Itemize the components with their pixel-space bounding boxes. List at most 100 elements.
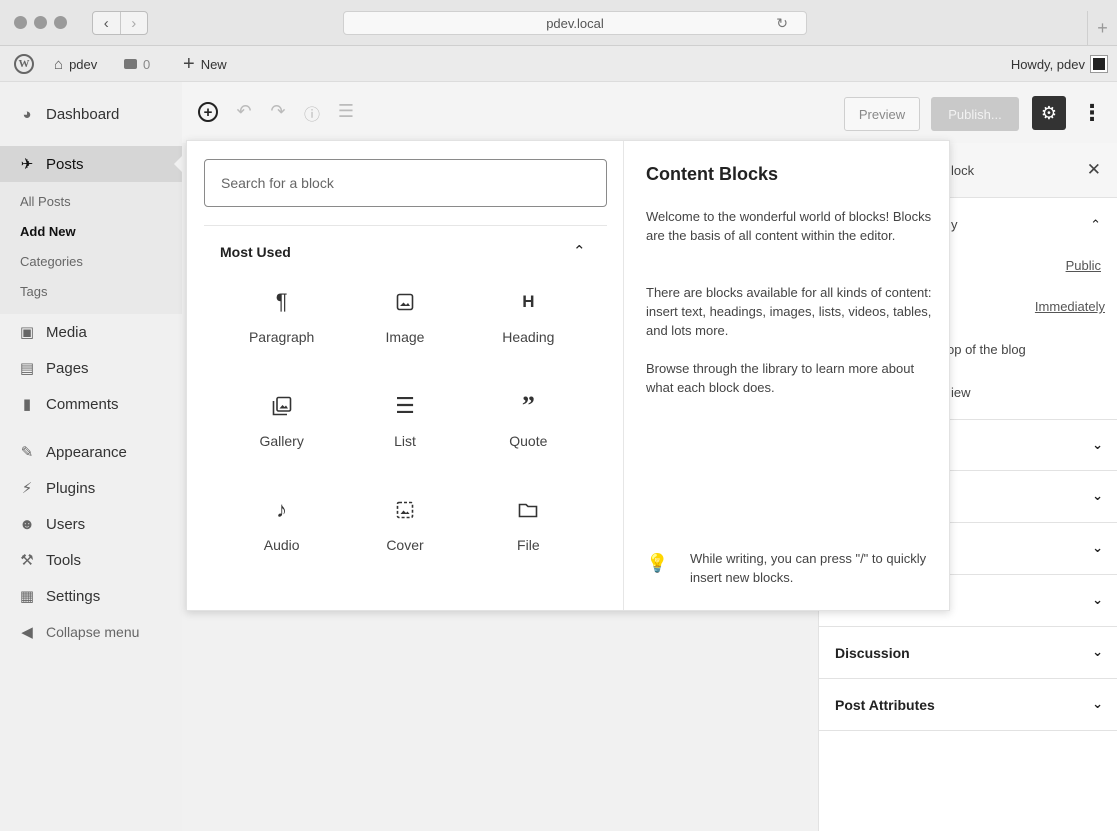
submenu-all-posts[interactable]: All Posts — [0, 186, 182, 216]
block-heading[interactable]: H Heading — [467, 283, 590, 367]
help-paragraph-1: Welcome to the wonderful world of blocks… — [646, 209, 932, 243]
new-tab-icon[interactable]: + — [1087, 11, 1117, 46]
outline-icon[interactable]: ☰ — [334, 101, 358, 122]
back-icon[interactable]: ‹ — [93, 12, 120, 34]
greeting: Howdy, pdev — [1010, 56, 1085, 72]
block-list[interactable]: ☰ List — [343, 387, 466, 471]
minimize-window-button[interactable] — [34, 16, 47, 29]
most-used-heading: Most Used — [220, 244, 291, 260]
chevron-up-icon: ⌃ — [1090, 217, 1101, 232]
publish-button[interactable]: Publish... — [931, 97, 1019, 131]
users-icon: ☻ — [19, 515, 35, 533]
lightbulb-icon: 💡 — [646, 553, 669, 573]
sidebar-item-dashboard[interactable]: ◕ Dashboard — [0, 96, 182, 132]
sidebar-item-comments[interactable]: ▮ Comments — [0, 386, 182, 422]
forward-icon[interactable]: › — [119, 12, 148, 34]
inserter-help-panel: Content Blocks Welcome to the wonderful … — [624, 141, 950, 610]
list-icon: ☰ — [395, 393, 415, 418]
help-paragraph-3: Browse through the library to learn more… — [646, 361, 915, 395]
paragraph-icon: ¶ — [275, 289, 288, 314]
discussion-section[interactable]: Discussion ⌄ — [819, 627, 1117, 679]
close-icon[interactable]: ✕ — [1087, 160, 1101, 180]
block-quote[interactable]: ” Quote — [467, 387, 590, 471]
close-window-button[interactable] — [14, 16, 27, 29]
sidebar-item-settings[interactable]: ▦ Settings — [0, 578, 182, 614]
block-inserter-popover: Search for a block Most Used ⌃ ¶ Paragra… — [186, 140, 950, 611]
block-gallery[interactable]: Gallery — [220, 387, 343, 471]
post-attributes-section[interactable]: Post Attributes ⌄ — [819, 679, 1117, 731]
editor-toolbar: + ↶ ↷ ⓘ ☰ Preview Publish... ⚙ ⋮ — [182, 82, 1117, 143]
pin-icon: ✈ — [20, 156, 34, 173]
block-audio[interactable]: ♪ Audio — [220, 491, 343, 575]
submenu-add-new[interactable]: Add New — [0, 216, 182, 246]
plus-icon: + — [183, 53, 195, 75]
sidebar-item-posts[interactable]: ✈ Posts — [0, 146, 182, 182]
chevron-down-icon: ⌄ — [1092, 644, 1103, 659]
appearance-icon: ✎ — [20, 444, 34, 461]
site-name: pdev — [69, 56, 98, 72]
admin-sidebar: ◕ Dashboard ✈ Posts All Posts Add New Ca… — [0, 82, 182, 831]
image-icon — [396, 289, 414, 315]
browser-toolbar: ‹ › pdev.local ↻ + — [0, 0, 1117, 46]
admin-bar: W ⌂ pdev 0 + New Howdy, pdev — [0, 46, 1117, 82]
wordpress-logo-icon[interactable]: W — [14, 46, 34, 82]
preview-button[interactable]: Preview — [844, 97, 920, 131]
posts-submenu: All Posts Add New Categories Tags — [0, 182, 182, 314]
sidebar-item-plugins[interactable]: ⚡ Plugins — [0, 470, 182, 506]
chevron-down-icon: ⌄ — [1092, 540, 1103, 555]
settings-icon: ▦ — [19, 588, 35, 605]
sidebar-item-media[interactable]: ▣ Media — [0, 314, 182, 350]
sidebar-item-appearance[interactable]: ✎ Appearance — [0, 434, 182, 470]
info-icon[interactable]: ⓘ — [300, 101, 324, 125]
cover-icon — [396, 497, 414, 523]
sidebar-item-users[interactable]: ☻ Users — [0, 506, 182, 542]
comment-count: 0 — [143, 56, 151, 72]
redo-icon[interactable]: ↷ — [266, 101, 290, 122]
chevron-down-icon: ⌄ — [1092, 488, 1103, 503]
help-title: Content Blocks — [646, 164, 779, 184]
comments-link[interactable]: 0 — [124, 46, 150, 82]
block-image[interactable]: Image — [343, 283, 466, 367]
gallery-icon — [272, 393, 292, 419]
site-name-link[interactable]: ⌂ pdev — [54, 46, 97, 82]
plugins-icon: ⚡ — [21, 480, 33, 497]
tip-text: While writing, you can press "/" to quic… — [690, 551, 927, 585]
file-icon — [518, 497, 538, 523]
block-search-input[interactable]: Search for a block — [204, 159, 607, 207]
blocks-grid: ¶ Paragraph Image H Heading Gallery ☰ Li… — [220, 283, 590, 575]
avatar — [1091, 56, 1107, 72]
publish-date-value[interactable]: Immediately — [1035, 299, 1105, 314]
submenu-tags[interactable]: Tags — [0, 276, 182, 306]
undo-icon[interactable]: ↶ — [232, 101, 256, 122]
add-block-icon[interactable]: + — [198, 102, 218, 122]
account-menu[interactable]: Howdy, pdev — [1011, 46, 1107, 82]
dashboard-icon: ◕ — [22, 105, 32, 123]
reload-icon[interactable]: ↻ — [776, 15, 788, 32]
sidebar-item-tools[interactable]: ⚒ Tools — [0, 542, 182, 578]
submenu-categories[interactable]: Categories — [0, 246, 182, 276]
heading-icon: H — [522, 292, 535, 311]
home-icon: ⌂ — [54, 55, 64, 73]
pages-icon: ▤ — [19, 360, 35, 377]
history-nav: ‹ › — [92, 11, 148, 35]
sidebar-item-collapse-menu[interactable]: ◀ Collapse menu — [0, 614, 182, 650]
gear-icon[interactable]: ⚙ — [1032, 96, 1066, 130]
block-cover[interactable]: Cover — [343, 491, 466, 575]
help-paragraph-2: There are blocks available for all kinds… — [646, 285, 932, 338]
block-paragraph[interactable]: ¶ Paragraph — [220, 283, 343, 367]
divider — [204, 225, 607, 226]
more-options-icon[interactable]: ⋮ — [1080, 96, 1104, 130]
sidebar-item-pages[interactable]: ▤ Pages — [0, 350, 182, 386]
comment-bubble-icon — [124, 59, 137, 69]
visibility-value[interactable]: Public — [1066, 258, 1101, 273]
comments-icon: ▮ — [22, 396, 32, 413]
quote-icon: ” — [521, 391, 535, 420]
address-bar[interactable]: pdev.local ↻ — [343, 11, 807, 35]
zoom-window-button[interactable] — [54, 16, 67, 29]
block-file[interactable]: File — [467, 491, 590, 575]
new-label: New — [200, 56, 227, 72]
chevron-up-icon[interactable]: ⌃ — [573, 242, 586, 260]
chevron-down-icon: ⌄ — [1092, 592, 1103, 607]
chevron-down-icon: ⌄ — [1092, 437, 1103, 452]
new-content-link[interactable]: + New — [183, 46, 227, 82]
